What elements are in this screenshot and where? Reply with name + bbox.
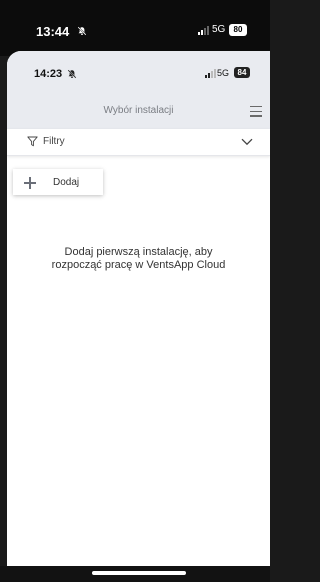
chevron-down-icon[interactable] <box>241 138 253 146</box>
device-status-bar: 13:44 5G 80 <box>0 0 270 56</box>
app-status-time: 14:23 <box>34 68 63 80</box>
signal-icon <box>205 69 216 78</box>
bell-muted-icon <box>77 26 87 36</box>
app-screen: 14:23 5G 84 Wybór instalacji Filtry Doda… <box>7 51 270 582</box>
app-status-bar: 14:23 5G 84 <box>7 51 270 93</box>
page-title: Wybór instalacji <box>103 105 174 116</box>
device-time: 13:44 <box>36 24 70 39</box>
filter-icon <box>27 136 38 147</box>
home-indicator[interactable] <box>92 571 186 575</box>
menu-icon[interactable] <box>250 106 262 120</box>
empty-state-message: Dodaj pierwszą instalację, aby rozpocząć… <box>7 246 270 272</box>
filter-label: Filtry <box>43 136 65 147</box>
add-button-label: Dodaj <box>53 177 80 188</box>
app-header: Wybór instalacji <box>7 93 270 129</box>
bell-muted-icon <box>67 69 77 79</box>
battery-indicator: 80 <box>229 24 247 36</box>
filter-bar[interactable]: Filtry <box>7 129 270 156</box>
signal-icon <box>198 26 209 35</box>
app-network-type: 5G <box>217 68 230 78</box>
home-bar <box>0 566 270 582</box>
empty-state-line-2: rozpocząć pracę w VentsApp Cloud <box>51 259 226 271</box>
add-installation-button[interactable]: Dodaj <box>13 169 103 195</box>
empty-state-line-1: Dodaj pierwszą instalację, aby <box>64 246 213 258</box>
network-type: 5G <box>212 24 226 35</box>
app-battery-indicator: 84 <box>234 67 250 78</box>
plus-icon <box>24 177 36 189</box>
